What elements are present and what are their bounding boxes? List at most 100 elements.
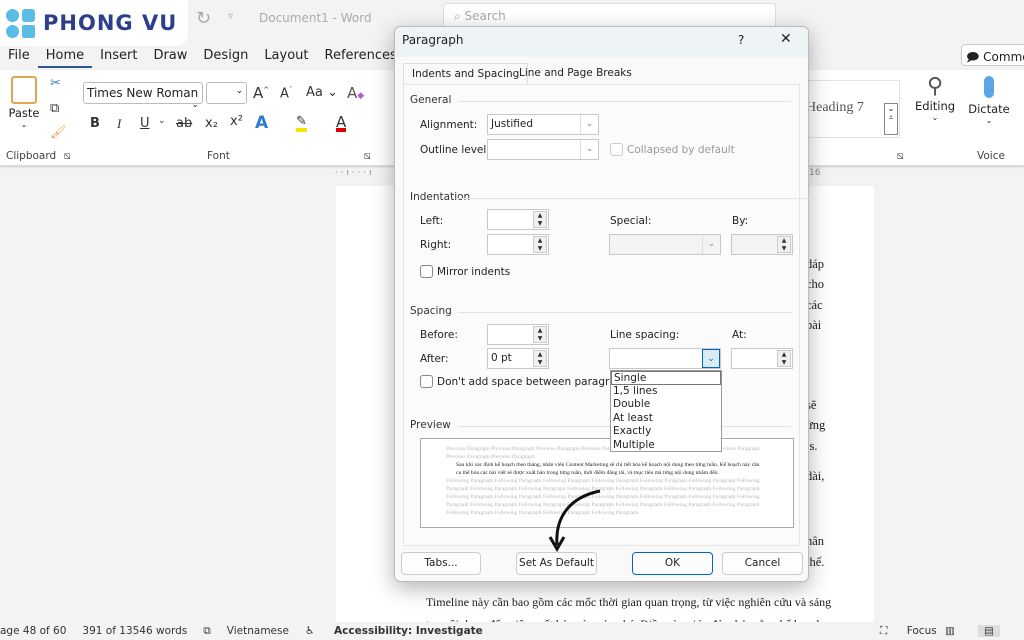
logo-mark <box>6 8 35 38</box>
status-bar: age 48 of 60 391 of 13546 words ⧉ Vietna… <box>0 622 1024 640</box>
customize-toolbar-icon[interactable]: ▿ <box>228 11 233 22</box>
grow-font-button[interactable]: A^ <box>253 84 269 102</box>
before-label: Before: <box>420 329 458 341</box>
text-effects-icon[interactable]: A <box>255 113 268 133</box>
right-indent-label: Right: <box>420 239 452 251</box>
close-button[interactable]: ✕ <box>780 31 792 47</box>
italic-button[interactable]: I <box>117 116 121 132</box>
tab-draw[interactable]: Draw <box>145 46 195 68</box>
chevron-down-icon: ⌄ <box>580 140 598 159</box>
option-multiple[interactable]: Multiple <box>611 439 721 453</box>
proofing-icon[interactable]: ⧉ <box>203 625 211 638</box>
ok-button[interactable]: OK <box>632 552 713 575</box>
focus-icon: ⛶ <box>880 624 888 637</box>
at-input[interactable]: ▲ ▼ <box>731 348 793 369</box>
alignment-select[interactable]: Justified ⌄ <box>487 114 599 135</box>
change-case-button[interactable]: Aa ⌄ <box>306 85 338 100</box>
cut-icon[interactable]: ✂ <box>50 76 61 91</box>
strikethrough-button[interactable]: ab <box>176 116 192 131</box>
font-color-icon[interactable]: A <box>336 113 347 132</box>
comment-icon: 🗩 <box>966 50 980 64</box>
clipboard-launcher-icon[interactable]: ⧅ <box>64 150 71 163</box>
mirror-indents-checkbox[interactable] <box>420 265 433 278</box>
print-layout-icon[interactable]: ▤ <box>978 625 1000 637</box>
spinner: ▲ ▼ <box>533 211 547 228</box>
dont-add-space-checkbox[interactable] <box>420 375 433 388</box>
collapsed-label: Collapsed by default <box>627 144 735 156</box>
preview-following: Following Paragraph Following Paragraph … <box>446 478 760 516</box>
preview-heading: Preview <box>410 419 790 431</box>
chevron-down-icon: ⌄ <box>702 349 720 368</box>
page-count[interactable]: age 48 of 60 <box>0 625 66 637</box>
help-button[interactable]: ? <box>738 33 744 47</box>
redo-icon[interactable]: ↻ <box>196 8 211 29</box>
dictate-button[interactable]: Dictate ⌄ <box>967 74 1011 125</box>
tab-insert[interactable]: Insert <box>92 46 145 68</box>
spinner: ▲ ▼ <box>777 236 791 253</box>
left-indent-input[interactable]: ▲ ▼ <box>487 209 549 230</box>
paste-button[interactable]: Paste ⌄ <box>8 76 40 129</box>
paste-label: Paste <box>8 106 40 120</box>
accessibility-icon: ♿ <box>304 625 315 637</box>
shrink-font-button[interactable]: Aˇ <box>280 86 292 101</box>
focus-button[interactable]: ⛶ Focus <box>880 625 953 638</box>
font-size-select[interactable]: ⌄ <box>206 82 247 104</box>
superscript-button[interactable]: x² <box>230 114 243 129</box>
annotation-arrow-icon <box>548 489 601 552</box>
right-indent-input[interactable]: ▲ ▼ <box>487 234 549 255</box>
copy-icon[interactable]: ⧉ <box>50 101 59 116</box>
before-input[interactable]: ▲ ▼ <box>487 324 549 345</box>
read-mode-icon[interactable]: ▥ <box>945 625 955 637</box>
tab-references[interactable]: References <box>317 46 405 68</box>
tab-indents-spacing[interactable]: Indents and Spacing <box>403 63 529 85</box>
alignment-label: Alignment: <box>420 119 478 131</box>
language[interactable]: Vietnamese <box>227 625 289 637</box>
after-label: After: <box>420 353 449 365</box>
tab-home[interactable]: Home <box>37 46 93 68</box>
by-input[interactable]: ▲ ▼ <box>731 234 793 255</box>
tab-design[interactable]: Design <box>195 46 256 68</box>
ruler-marker: 16 <box>809 168 821 178</box>
option-at-least[interactable]: At least <box>611 412 721 426</box>
word-count[interactable]: 391 of 13546 words <box>82 625 187 637</box>
styles-more-button[interactable]: ⌄ ⩡ <box>884 103 898 135</box>
spinner: ▲ ▼ <box>533 326 547 343</box>
paragraph-dialog: Paragraph ? ✕ Indents and Spacing Line a… <box>394 26 812 582</box>
cancel-button[interactable]: Cancel <box>722 552 803 575</box>
tab-file[interactable]: File <box>0 46 38 68</box>
editing-button[interactable]: ⚲ Editing ⌄ <box>915 74 955 122</box>
accessibility-status[interactable]: ♿ Accessibility: Investigate <box>305 625 499 637</box>
format-painter-icon[interactable]: 🖌 <box>50 125 67 140</box>
tab-line-page-breaks[interactable]: Line and Page Breaks <box>511 63 640 85</box>
search-icon: ⌕ <box>454 9 465 23</box>
styles-launcher-icon[interactable]: ⧅ <box>897 150 904 163</box>
underline-dropdown-icon[interactable]: ⌄ <box>158 116 166 126</box>
after-input[interactable]: 0 pt ▲ ▼ <box>487 348 549 369</box>
set-as-default-button[interactable]: Set As Default <box>516 552 597 575</box>
collapsed-checkbox[interactable] <box>610 143 623 156</box>
highlight-icon[interactable]: ✎ <box>296 114 307 132</box>
font-launcher-icon[interactable]: ⧅ <box>364 150 371 163</box>
chevron-down-icon: ⌄ <box>580 115 598 134</box>
comments-button[interactable]: 🗩 Comme <box>961 44 1024 66</box>
outline-level-select[interactable]: ⌄ <box>487 139 599 160</box>
tabs-button[interactable]: Tabs... <box>401 552 481 575</box>
clear-formatting-icon[interactable]: A◆ <box>347 84 364 102</box>
special-select[interactable]: ⌄ <box>609 234 721 255</box>
underline-button[interactable]: U <box>140 116 150 131</box>
option-double[interactable]: Double <box>611 398 721 412</box>
menu-bar: File Home Insert Draw Design Layout Refe… <box>0 46 405 68</box>
option-single[interactable]: Single <box>611 371 721 385</box>
voice-group-label: Voice <box>977 150 1005 162</box>
by-label: By: <box>732 215 749 227</box>
preview-box: Previous Paragraph Previous Paragraph Pr… <box>420 438 794 528</box>
line-spacing-select[interactable]: ⌄ <box>609 348 721 369</box>
subscript-button[interactable]: x₂ <box>205 116 218 131</box>
spacing-heading: Spacing <box>410 305 790 317</box>
font-name-select[interactable]: Times New Roman ⌄ <box>83 82 203 110</box>
tab-layout[interactable]: Layout <box>256 46 316 68</box>
option-1-5-lines[interactable]: 1,5 lines <box>611 385 721 399</box>
font-name-value: Times New Roman <box>87 86 199 100</box>
option-exactly[interactable]: Exactly <box>611 425 721 439</box>
bold-button[interactable]: B <box>90 116 100 131</box>
